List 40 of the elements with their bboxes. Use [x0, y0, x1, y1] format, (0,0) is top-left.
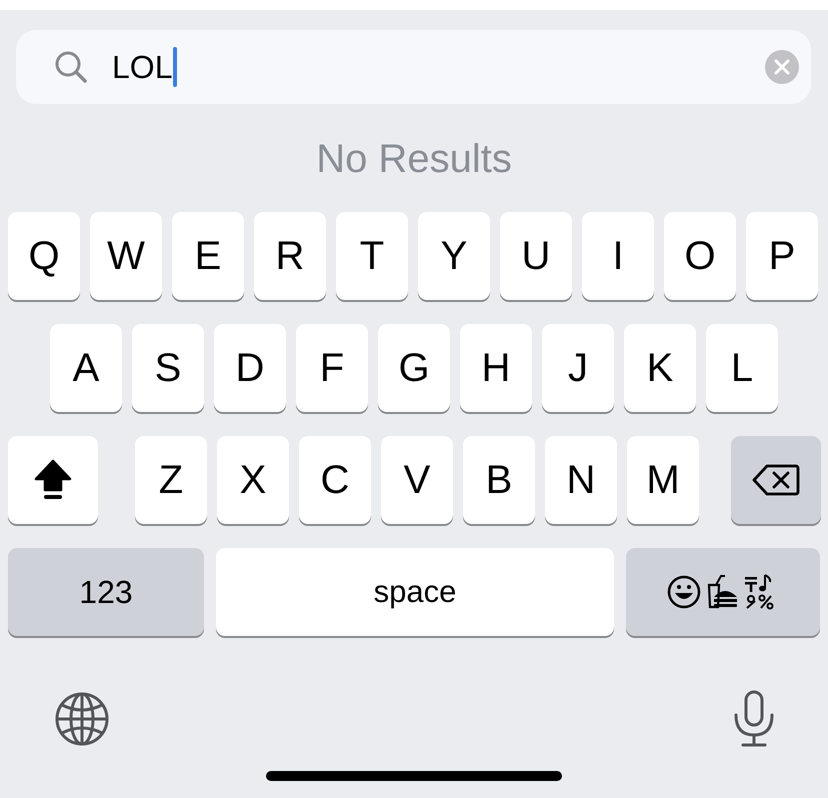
no-results-message: No Results	[315, 136, 513, 183]
emoji-key[interactable]	[626, 548, 820, 636]
letter-key[interactable]: Q	[8, 212, 80, 300]
letter-key[interactable]: R	[254, 212, 326, 300]
letter-key[interactable]: L	[706, 324, 778, 412]
letter-key[interactable]: Z	[135, 436, 207, 524]
microphone-icon[interactable]	[733, 690, 775, 748]
letter-key[interactable]: B	[463, 436, 535, 524]
letter-key[interactable]: G	[378, 324, 450, 412]
globe-icon[interactable]	[54, 691, 110, 747]
delete-key[interactable]	[731, 436, 821, 524]
letter-key[interactable]: E	[172, 212, 244, 300]
search-icon	[54, 50, 88, 84]
numbers-key[interactable]: 123	[8, 548, 204, 636]
letter-key[interactable]: X	[217, 436, 289, 524]
letter-key[interactable]: M	[627, 436, 699, 524]
shift-key[interactable]	[8, 436, 98, 524]
shift-icon	[33, 458, 73, 502]
letter-key[interactable]: D	[214, 324, 286, 412]
space-key[interactable]: space	[216, 548, 614, 636]
search-field[interactable]: LOL	[16, 30, 811, 104]
letter-key[interactable]: U	[500, 212, 572, 300]
letter-key[interactable]: H	[460, 324, 532, 412]
letter-key[interactable]: C	[299, 436, 371, 524]
letter-key[interactable]: T	[336, 212, 408, 300]
text-cursor	[173, 47, 178, 87]
letter-key[interactable]: A	[50, 324, 122, 412]
search-text: LOL	[112, 48, 172, 86]
backspace-icon	[752, 463, 800, 497]
letter-key[interactable]: W	[90, 212, 162, 300]
letter-key[interactable]: P	[746, 212, 818, 300]
letter-key[interactable]: S	[132, 324, 204, 412]
letter-key[interactable]: Y	[418, 212, 490, 300]
letter-key[interactable]: N	[545, 436, 617, 524]
letter-key[interactable]: K	[624, 324, 696, 412]
letter-key[interactable]: I	[582, 212, 654, 300]
letter-key[interactable]: V	[381, 436, 453, 524]
letter-key[interactable]: F	[296, 324, 368, 412]
letter-key[interactable]: J	[542, 324, 614, 412]
letter-key[interactable]: O	[664, 212, 736, 300]
